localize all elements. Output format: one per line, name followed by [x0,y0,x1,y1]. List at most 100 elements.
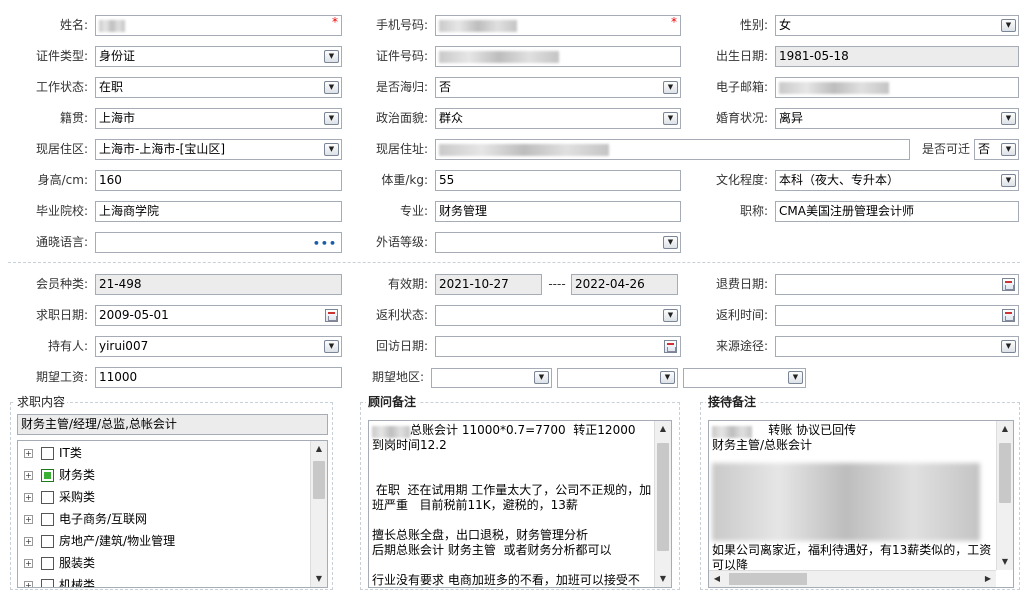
refund-date-field[interactable] [775,274,1019,295]
scroll-thumb[interactable] [657,443,669,551]
gender-select[interactable]: 女 ▼ [775,15,1019,36]
chevron-down-icon[interactable]: ▼ [1001,143,1016,156]
scroll-thumb[interactable] [999,443,1011,503]
reception-note-textarea[interactable]: 转账 协议已回传 财务主管/总账会计 如果公司离家近，福利待遇好，有13薪类似的… [708,420,1014,588]
chevron-down-icon[interactable]: ▼ [663,112,678,125]
native-place-label: 籍贯: [59,111,88,125]
job-date-field[interactable]: 2009-05-01 [95,305,342,326]
chevron-down-icon[interactable]: ▼ [534,371,549,384]
returnee-select[interactable]: 否 ▼ [435,77,681,98]
expected-area-city-select[interactable]: ▼ [557,368,678,388]
rebate-time-field[interactable] [775,305,1019,326]
calendar-icon[interactable] [664,340,677,353]
email-field[interactable] [775,77,1019,98]
chevron-down-icon[interactable]: ▼ [660,371,675,384]
vertical-scrollbar[interactable]: ▲ ▼ [310,441,327,587]
holder-select[interactable]: yirui007 ▼ [95,336,342,357]
expected-area-district-select[interactable]: ▼ [683,368,806,388]
checkbox[interactable] [41,513,54,526]
chevron-down-icon[interactable]: ▼ [663,309,678,322]
language-picker[interactable]: ••• [95,232,342,253]
tree-item-ecommerce[interactable]: + 电子商务/互联网 [22,508,147,530]
expand-icon[interactable]: + [24,515,33,524]
name-field[interactable]: * [95,15,342,36]
major-field[interactable]: 财务管理 [435,201,681,222]
vertical-scrollbar[interactable]: ▲ ▼ [654,421,671,587]
tree-item-machinery[interactable]: + 机械类 [22,574,95,587]
checkbox[interactable] [41,535,54,548]
chevron-down-icon[interactable]: ▼ [1001,340,1016,353]
chevron-down-icon[interactable]: ▼ [324,81,339,94]
marital-select[interactable]: 离异 ▼ [775,108,1019,129]
chevron-down-icon[interactable]: ▼ [663,236,678,249]
chevron-down-icon[interactable]: ▼ [1001,174,1016,187]
chevron-down-icon[interactable]: ▼ [324,50,339,63]
political-select[interactable]: 群众 ▼ [435,108,681,129]
scroll-left-icon[interactable]: ◀ [709,571,725,587]
vertical-scrollbar[interactable]: ▲ ▼ [996,421,1013,570]
expected-area-label: 期望地区: [371,370,424,384]
height-field[interactable]: 160 [95,170,342,191]
ellipsis-icon[interactable]: ••• [313,234,337,252]
checkbox-checked[interactable] [41,469,54,482]
residence-addr-field[interactable] [435,139,910,160]
foreign-level-select[interactable]: ▼ [435,232,681,253]
school-field[interactable]: 上海商学院 [95,201,342,222]
education-select[interactable]: 本科（夜大、专升本） ▼ [775,170,1019,191]
tree-item-realestate[interactable]: + 房地产/建筑/物业管理 [22,530,175,552]
relocate-select[interactable]: 否 ▼ [974,139,1019,160]
tree-item-finance[interactable]: + 财务类 [22,464,95,486]
scroll-up-icon[interactable]: ▲ [997,421,1013,437]
checkbox[interactable] [41,557,54,570]
calendar-icon[interactable] [325,309,338,322]
rebate-status-select[interactable]: ▼ [435,305,681,326]
expand-icon[interactable]: + [24,449,33,458]
calendar-icon[interactable] [1002,278,1015,291]
job-intent-summary: 财务主管/经理/总监,总帐会计 [17,414,328,435]
chevron-down-icon[interactable]: ▼ [788,371,803,384]
id-type-select[interactable]: 身份证 ▼ [95,46,342,67]
horizontal-scrollbar[interactable]: ◀ ▶ [709,570,996,587]
calendar-icon[interactable] [1002,309,1015,322]
expected-salary-field[interactable]: 11000 [95,367,342,388]
chevron-down-icon[interactable]: ▼ [663,81,678,94]
consultant-note-textarea[interactable]: 总账会计 11000*0.7=7700 转正12000 到岗时间12.2 在职 … [368,420,672,588]
chevron-down-icon[interactable]: ▼ [324,340,339,353]
expected-area-province-select[interactable]: ▼ [431,368,552,388]
scroll-right-icon[interactable]: ▶ [980,571,996,587]
required-marker: * [671,15,677,29]
scroll-down-icon[interactable]: ▼ [655,571,671,587]
scroll-up-icon[interactable]: ▲ [655,421,671,437]
chevron-down-icon[interactable]: ▼ [1001,112,1016,125]
expand-icon[interactable]: + [24,559,33,568]
tree-item-it[interactable]: + IT类 [22,442,82,464]
scroll-thumb[interactable] [313,461,325,499]
scroll-down-icon[interactable]: ▼ [311,571,327,587]
title-field[interactable]: CMA美国注册管理会计师 [775,201,1019,222]
native-place-select[interactable]: 上海市 ▼ [95,108,342,129]
chevron-down-icon[interactable]: ▼ [324,143,339,156]
checkbox[interactable] [41,491,54,504]
chevron-down-icon[interactable]: ▼ [1001,19,1016,32]
tree-item-purchase[interactable]: + 采购类 [22,486,95,508]
residence-area-select[interactable]: 上海市-上海市-[宝山区] ▼ [95,139,342,160]
chevron-down-icon[interactable]: ▼ [324,112,339,125]
major-label: 专业: [399,204,428,218]
expand-icon[interactable]: + [24,581,33,587]
weight-field[interactable]: 55 [435,170,681,191]
tree-item-apparel[interactable]: + 服装类 [22,552,95,574]
id-number-field[interactable] [435,46,681,67]
work-status-select[interactable]: 在职 ▼ [95,77,342,98]
source-select[interactable]: ▼ [775,336,1019,357]
political-label: 政治面貌: [375,111,428,125]
expand-icon[interactable]: + [24,537,33,546]
visit-date-field[interactable] [435,336,681,357]
scroll-down-icon[interactable]: ▼ [997,554,1013,570]
phone-field[interactable]: * [435,15,681,36]
expand-icon[interactable]: + [24,471,33,480]
checkbox[interactable] [41,447,54,460]
scroll-up-icon[interactable]: ▲ [311,441,327,457]
expand-icon[interactable]: + [24,493,33,502]
scroll-thumb[interactable] [729,573,807,585]
checkbox[interactable] [41,579,54,587]
